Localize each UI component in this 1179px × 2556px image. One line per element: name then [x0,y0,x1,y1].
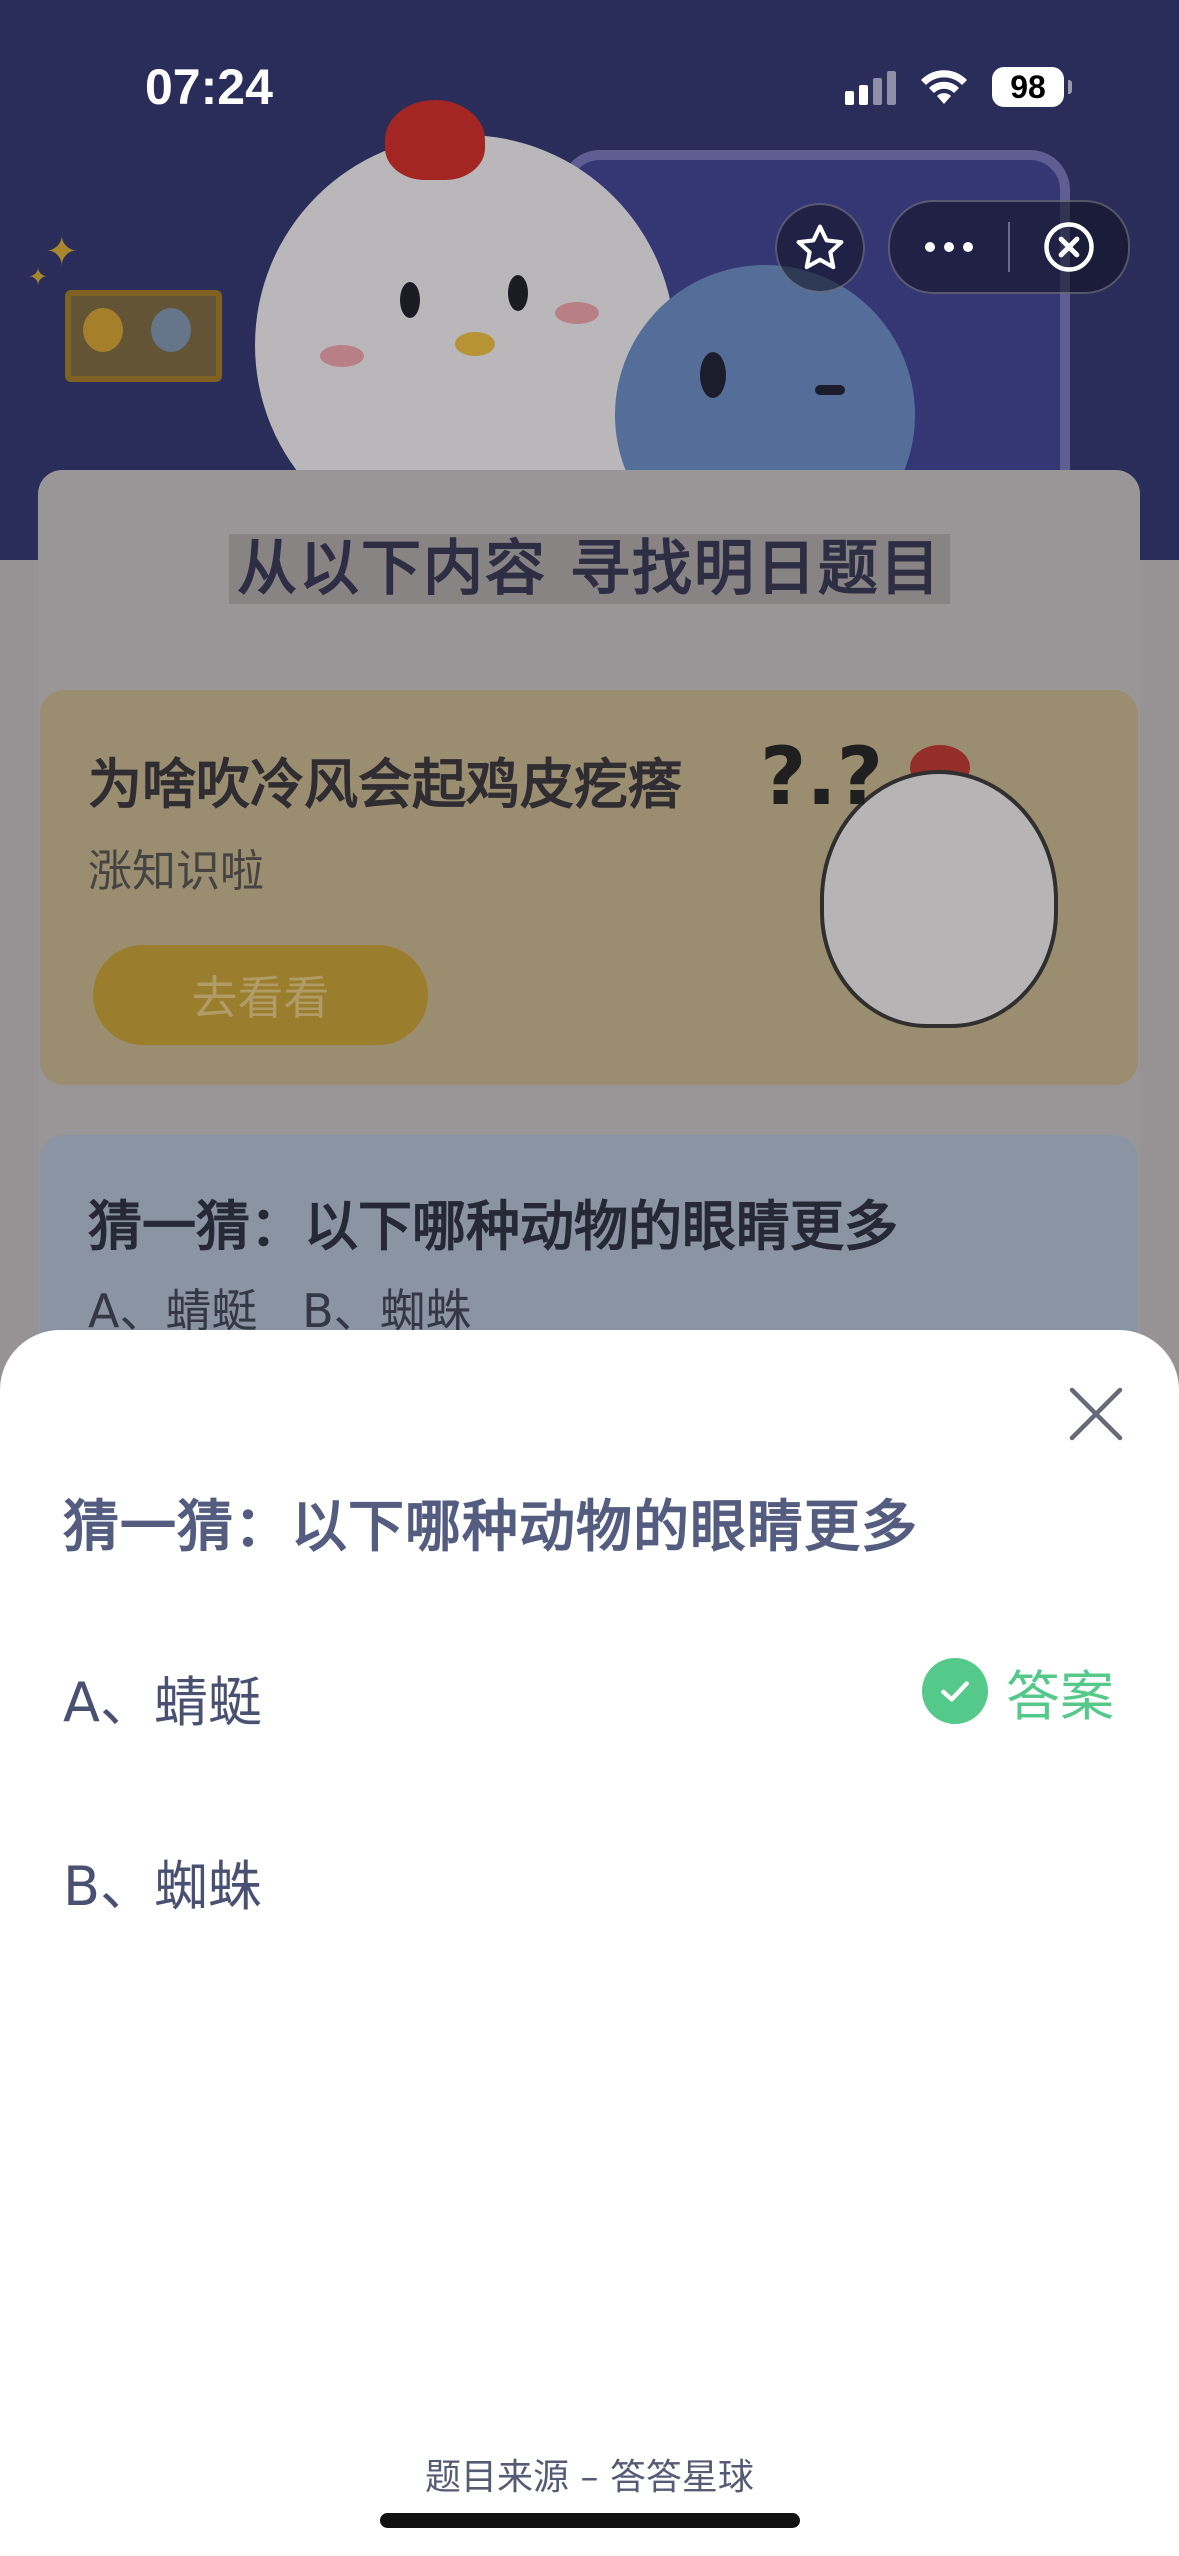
answer-tag: 答案 [922,1656,1114,1728]
option-label: B、蜘蛛 [63,1855,263,1918]
close-icon [1069,1387,1123,1441]
sheet-close-button[interactable] [1062,1380,1130,1448]
battery-indicator: 98 [992,67,1072,107]
option-a[interactable]: A、蜻蜓 答案 [0,1628,1179,1758]
exit-button[interactable] [1010,202,1128,292]
favorite-star-button[interactable] [775,203,865,293]
home-indicator[interactable] [380,2513,800,2528]
star-icon [796,224,844,270]
option-label: A、蜻蜓 [63,1671,262,1734]
option-b[interactable]: B、蜘蛛 [0,1812,1179,1942]
cellular-signal-icon [845,69,896,105]
answer-label: 答案 [1006,1664,1114,1728]
close-circle-icon [1044,222,1094,272]
mini-program-capsule [888,200,1130,294]
more-dots-icon [925,242,935,252]
status-time: 07:24 [145,59,273,115]
question-source: 题目来源 – 答答星球 [425,2457,754,2498]
question-title: 猜一猜：以下哪种动物的眼睛更多 [63,1495,918,1560]
wifi-icon [921,70,967,104]
check-icon [922,1658,988,1724]
status-icons: 98 [845,62,1072,112]
more-button[interactable] [890,202,1008,292]
